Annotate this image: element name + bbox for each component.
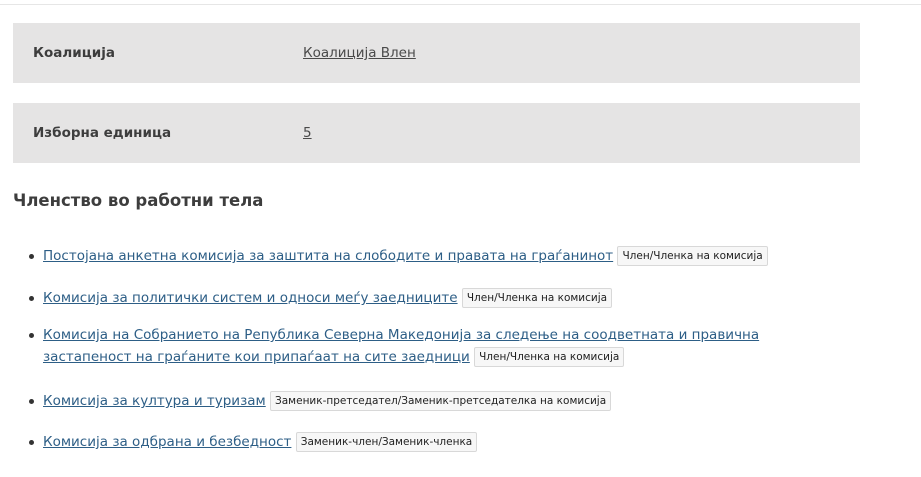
coalition-link[interactable]: Коалиција Влен — [303, 45, 416, 61]
committee-link[interactable]: Комисија за одбрана и безбедност — [43, 434, 291, 450]
committee-link[interactable]: Комисија за култура и туризам — [43, 393, 266, 409]
committee-link[interactable]: Комисија на Собранието на Република Севе… — [43, 327, 759, 365]
role-badge: Заменик-член/Заменик-членка — [295, 432, 478, 452]
electoral-district-link[interactable]: 5 — [303, 125, 312, 141]
coalition-label: Коалиција — [33, 45, 115, 61]
role-badge: Член/Членка на комисија — [474, 347, 625, 367]
electoral-district-row: Изборна единица 5 — [13, 103, 860, 163]
role-badge: Заменик-претседател/Заменик-претседателк… — [270, 391, 612, 411]
membership-item: Комисија на Собранието на Република Севе… — [29, 324, 843, 368]
role-badge: Член/Членка на комисија — [461, 288, 613, 308]
top-divider — [0, 4, 921, 5]
membership-item: Комисија за политички систем и односи ме… — [29, 287, 843, 309]
membership-item: Комисија за култура и туризам Заменик-пр… — [29, 390, 843, 412]
page: Коалиција Коалиција Влен Изборна единица… — [0, 0, 921, 477]
committee-link[interactable]: Комисија за политички систем и односи ме… — [43, 290, 458, 306]
committee-link[interactable]: Постојана анкетна комисија за заштита на… — [43, 248, 613, 264]
role-badge: Член/Членка на комисија — [617, 246, 768, 266]
membership-item: Постојана анкетна комисија за заштита на… — [29, 245, 843, 267]
electoral-district-label: Изборна единица — [33, 125, 172, 141]
membership-section-title: Членство во работни тела — [13, 191, 264, 210]
coalition-row: Коалиција Коалиција Влен — [13, 23, 860, 83]
membership-item: Комисија за одбрана и безбедност Заменик… — [29, 431, 843, 453]
